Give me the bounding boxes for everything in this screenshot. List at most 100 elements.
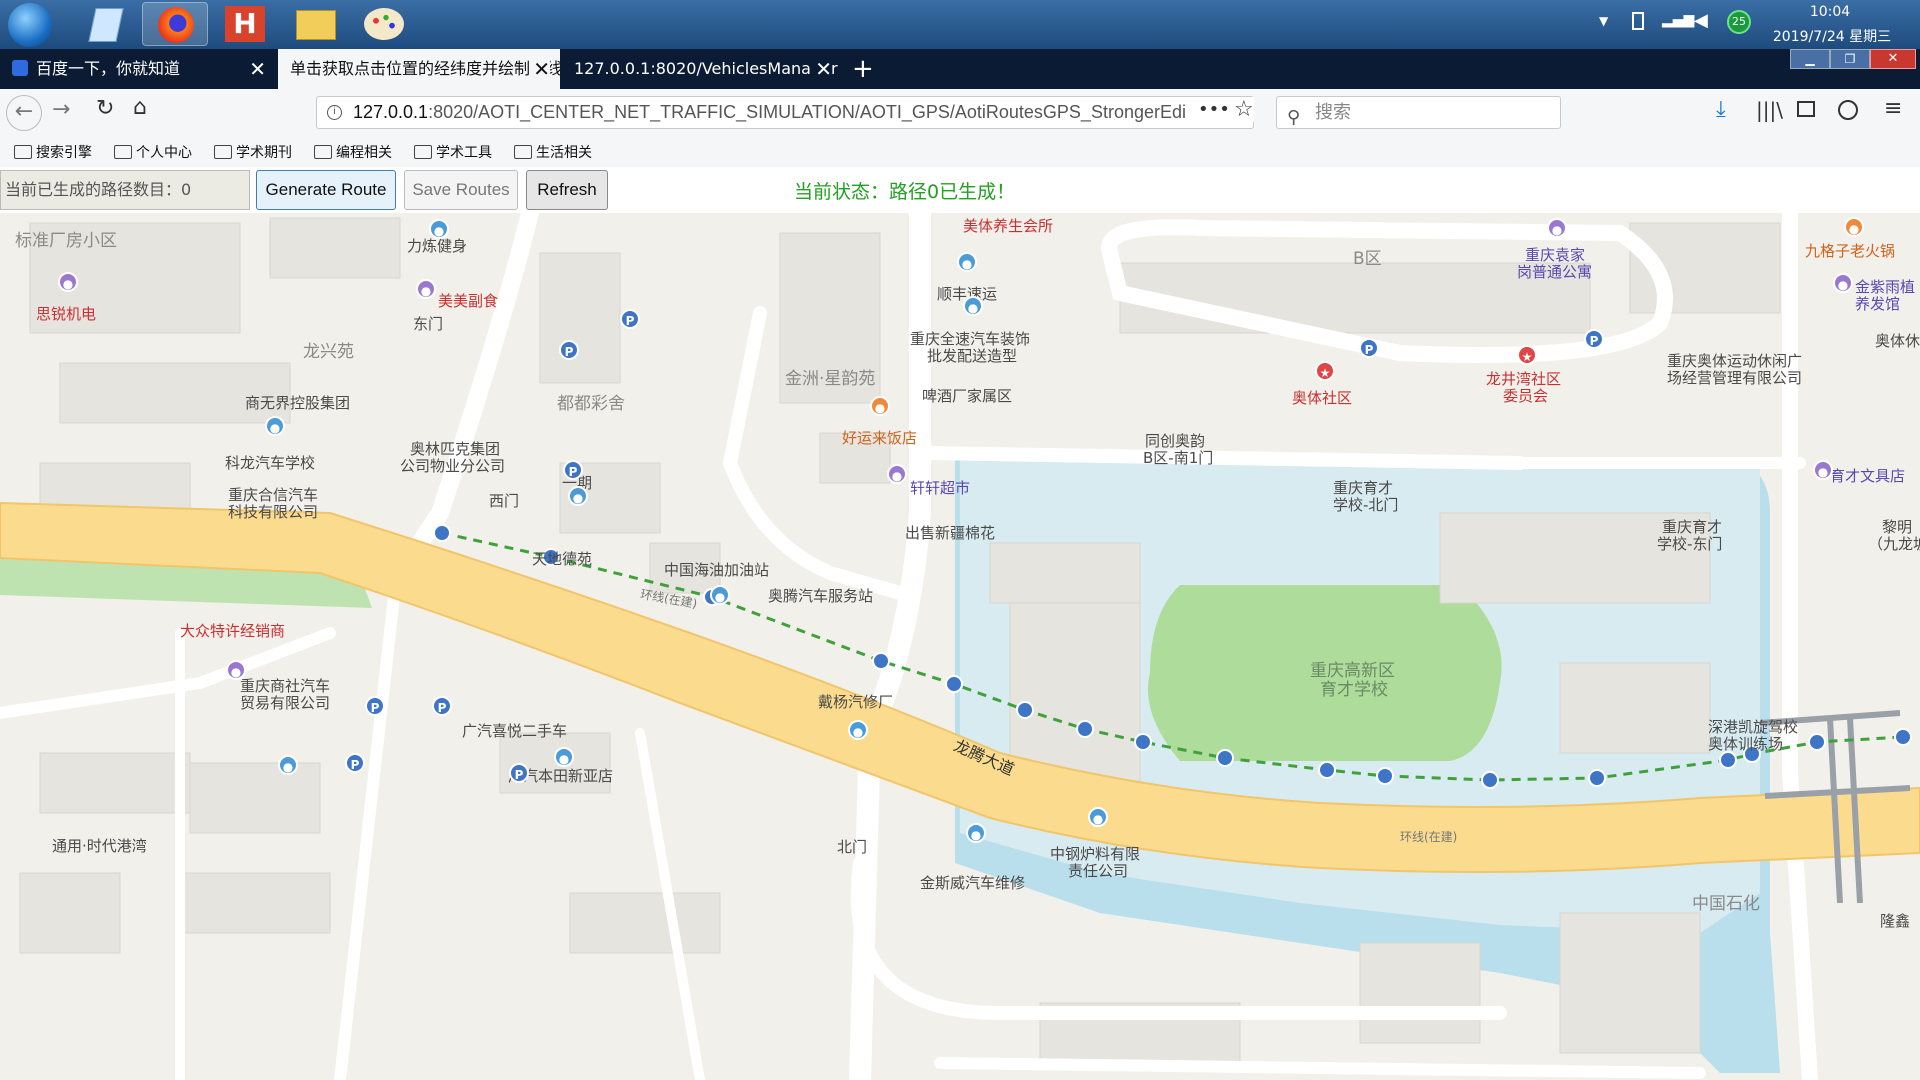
parking-icon[interactable]: P <box>432 696 452 716</box>
tray-badge-icon[interactable]: 25 <box>1727 10 1751 34</box>
device-icon[interactable] <box>1632 12 1644 30</box>
bookmark-folder-search-engines[interactable]: 搜索引擎 <box>14 142 92 162</box>
route-point-marker[interactable] <box>1076 720 1094 738</box>
bookmark-folder-personal[interactable]: 个人中心 <box>114 142 192 162</box>
route-point-marker[interactable] <box>1134 733 1152 751</box>
library-icon[interactable]: |||\ <box>1756 98 1783 122</box>
back-button[interactable]: ← <box>6 95 42 131</box>
map-label: 龙井湾社区 <box>1486 370 1562 388</box>
bus-stop-icon[interactable]: ● <box>966 823 986 843</box>
minimize-icon[interactable]: ▁ <box>1790 49 1830 69</box>
clock-date[interactable]: 2019/7/24 星期三 <box>1767 26 1897 46</box>
parking-icon[interactable]: P <box>1359 338 1379 358</box>
school-icon[interactable]: ● <box>265 416 285 436</box>
poi-purple-icon[interactable]: ● <box>226 660 246 680</box>
bus-stop-icon[interactable]: ● <box>710 585 730 605</box>
tray-expand-icon[interactable]: ▼ <box>1599 14 1608 28</box>
tab-vehicles-manager[interactable]: 127.0.0.1:8020/VehiclesManager ✕ <box>562 49 842 89</box>
network-signal-icon[interactable]: ▂▄▆ <box>1662 12 1694 28</box>
reload-button[interactable]: ↻ <box>96 96 114 121</box>
taskbar-app-explorer[interactable] <box>282 2 348 46</box>
bus-stop-icon[interactable]: ● <box>1088 807 1108 827</box>
poi-purple-icon[interactable]: ● <box>887 464 907 484</box>
forward-button[interactable]: → <box>52 97 70 122</box>
route-point-marker[interactable] <box>1376 767 1394 785</box>
map-label: 美体养生会所 <box>963 217 1054 235</box>
route-point-marker[interactable] <box>1481 771 1499 789</box>
map-label: 奥体训练场 <box>1708 735 1784 753</box>
bus-stop-icon[interactable]: ● <box>848 720 868 740</box>
route-point-marker[interactable] <box>872 652 890 670</box>
save-routes-button[interactable]: Save Routes <box>404 170 518 210</box>
route-count-field[interactable]: 当前已生成的路径数目：0 <box>0 170 250 210</box>
home-button[interactable]: ⌂ <box>133 95 147 120</box>
poi-purple-icon[interactable]: ● <box>1833 273 1853 293</box>
menu-icon[interactable]: ≡ <box>1884 96 1902 121</box>
route-point-marker[interactable] <box>433 524 451 542</box>
bookmark-label: 个人中心 <box>136 145 192 161</box>
taskbar-app-paint[interactable] <box>352 2 418 46</box>
route-point-marker[interactable] <box>1894 728 1912 746</box>
close-tab-icon[interactable]: ✕ <box>249 49 266 89</box>
parking-icon[interactable]: P <box>563 460 583 480</box>
parking-icon[interactable]: P <box>365 696 385 716</box>
route-point-marker[interactable] <box>1318 761 1336 779</box>
poi-purple-icon[interactable]: ● <box>58 272 78 292</box>
route-point-marker[interactable] <box>1808 733 1826 751</box>
close-tab-icon[interactable]: ✕ <box>529 49 550 89</box>
close-tab-icon[interactable]: ✕ <box>811 49 832 89</box>
route-point-marker[interactable] <box>1016 701 1034 719</box>
map-label: 责任公司 <box>1068 862 1129 880</box>
bookmark-folder-tools[interactable]: 学术工具 <box>414 142 492 162</box>
star-icon[interactable]: ★ <box>1315 361 1335 381</box>
maximize-icon[interactable]: ❐ <box>1830 49 1870 69</box>
search-bar[interactable]: ⚲ 搜索 <box>1276 96 1561 129</box>
bus-stop-icon[interactable]: ● <box>429 219 449 239</box>
bus-stop-icon[interactable]: ● <box>554 747 574 767</box>
site-info-icon[interactable]: i <box>327 105 342 120</box>
bookmark-folder-journals[interactable]: 学术期刊 <box>214 142 292 162</box>
bus-stop-icon[interactable]: ● <box>963 296 983 316</box>
bus-stop-icon[interactable]: ● <box>568 486 588 506</box>
bus-stop-icon[interactable]: ● <box>957 252 977 272</box>
refresh-button[interactable]: Refresh <box>526 170 608 210</box>
poi-purple-icon[interactable]: ● <box>1813 460 1833 480</box>
new-tab-icon[interactable]: + <box>852 49 876 89</box>
url-bar[interactable]: i 127.0.0.1:8020/AOTI_CENTER_NET_TRAFFIC… <box>316 96 1254 129</box>
parking-icon[interactable]: P <box>1584 329 1604 349</box>
tab-current[interactable]: 单击获取点击位置的经纬度并绘制折线 ✕ <box>278 49 560 89</box>
restaurant-icon[interactable]: ● <box>1844 217 1864 237</box>
bookmark-folder-programming[interactable]: 编程相关 <box>314 142 392 162</box>
tab-baidu[interactable]: 百度一下，你就知道 ✕ <box>0 49 276 89</box>
route-point-marker[interactable] <box>1216 749 1234 767</box>
clock-time[interactable]: 10:04 <box>1770 4 1890 20</box>
taskbar-app-notes[interactable] <box>72 2 138 46</box>
start-button[interactable] <box>8 3 52 47</box>
parking-icon[interactable]: P <box>509 763 529 783</box>
volume-icon[interactable]: ◀ <box>1694 10 1708 31</box>
star-icon[interactable]: ★ <box>1517 345 1537 365</box>
map-label: 啤酒厂家属区 <box>922 387 1013 405</box>
poi-purple-icon[interactable]: ● <box>1547 218 1567 238</box>
account-icon[interactable] <box>1838 100 1858 120</box>
taskbar-app-hbuilder[interactable]: H <box>212 2 278 46</box>
parking-icon[interactable]: P <box>345 753 365 773</box>
parking-icon[interactable]: P <box>620 309 640 329</box>
sidebar-toggle-icon[interactable] <box>1797 101 1815 117</box>
bus-stop-icon[interactable]: ● <box>278 755 298 775</box>
poi-purple-icon[interactable]: ● <box>416 279 436 299</box>
restaurant-icon[interactable]: ● <box>870 396 890 416</box>
map-label: 金紫雨植 <box>1855 278 1916 296</box>
route-point-marker[interactable] <box>945 675 963 693</box>
bookmark-star-icon[interactable]: ☆ <box>1234 97 1254 122</box>
page-actions-icon[interactable]: ••• <box>1198 99 1230 120</box>
route-point-marker[interactable] <box>1588 769 1606 787</box>
generate-route-button[interactable]: Generate Route <box>256 170 396 210</box>
download-icon[interactable]: ⤓ <box>1716 97 1726 122</box>
route-point-marker[interactable] <box>1719 751 1737 769</box>
bookmark-folder-life[interactable]: 生活相关 <box>514 142 592 162</box>
parking-icon[interactable]: P <box>559 340 579 360</box>
taskbar-app-firefox[interactable] <box>142 2 208 46</box>
close-window-icon[interactable]: ✕ <box>1870 49 1916 69</box>
map-canvas[interactable]: 标准厂房小区 力炼健身 美美副食 东门 思锐机电 龙兴苑 商无界控股集团 科龙汽… <box>0 213 1920 1080</box>
